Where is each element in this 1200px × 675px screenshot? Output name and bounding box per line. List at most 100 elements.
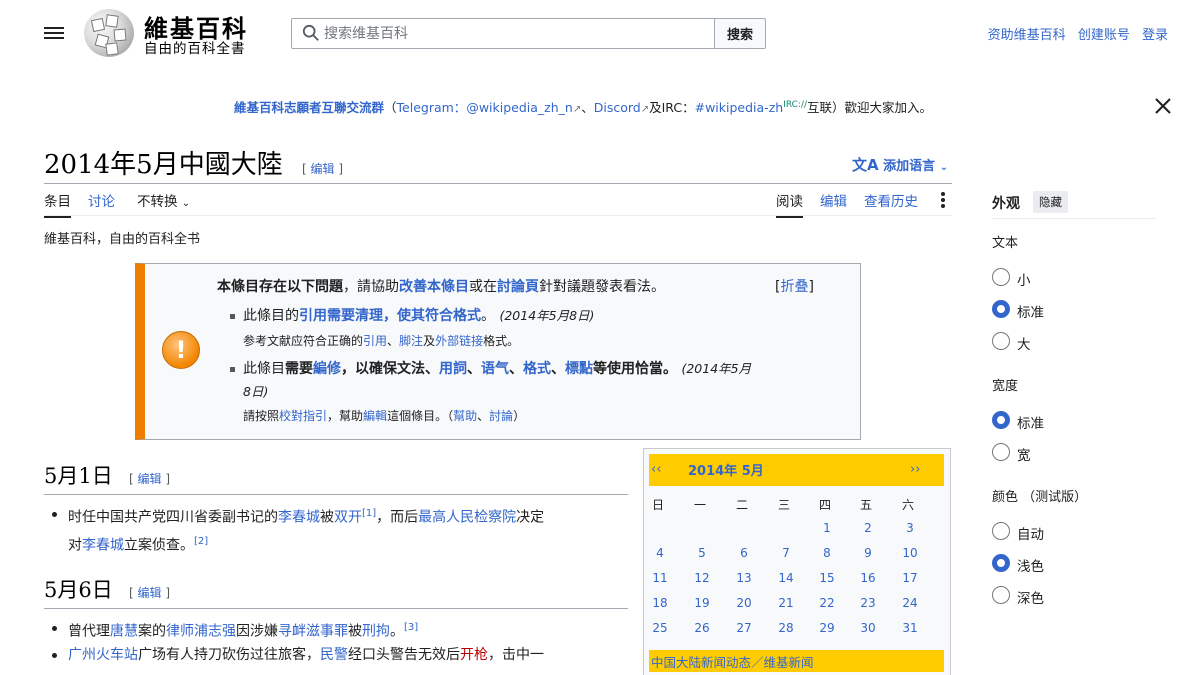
tab-history[interactable]: 查看历史: [864, 190, 918, 216]
irc-channel-link[interactable]: #wikipedia-zh: [695, 100, 784, 115]
search-input[interactable]: [324, 19, 704, 48]
talk-page-link[interactable]: 討論頁: [497, 279, 539, 295]
text-size-radio-label[interactable]: 小: [1017, 269, 1031, 289]
width-radio-0[interactable]: [992, 411, 1010, 429]
term-link[interactable]: 刑拘: [362, 624, 390, 640]
place-link[interactable]: 广州火车站: [68, 647, 138, 663]
term-link[interactable]: 民警: [320, 647, 348, 663]
wikipedia-globe-logo[interactable]: [84, 9, 134, 57]
improve-article-link[interactable]: 改善本條目: [399, 279, 469, 295]
person-link[interactable]: 李春城: [278, 510, 320, 526]
help-link[interactable]: 幫助: [453, 409, 477, 423]
main-menu-button[interactable]: [44, 24, 64, 42]
calendar-day[interactable]: 28: [774, 621, 798, 635]
calendar-footer-link[interactable]: 中国大陆新闻动态／维基新闻: [649, 650, 944, 672]
footnote-link[interactable]: 脚注: [399, 334, 423, 348]
proofreading-guide-link[interactable]: 校對指引: [279, 409, 327, 423]
search-button[interactable]: 搜索: [714, 18, 766, 49]
calendar-title[interactable]: 2014年 5月: [688, 460, 764, 479]
calendar-day[interactable]: 23: [856, 596, 880, 610]
calendar-day[interactable]: 1: [815, 521, 839, 535]
calendar-day[interactable]: 29: [815, 621, 839, 635]
create-account-link[interactable]: 创建账号: [1078, 28, 1130, 43]
hide-appearance-button[interactable]: 隐藏: [1033, 191, 1068, 213]
calendar-day[interactable]: 5: [690, 546, 714, 560]
calendar-day[interactable]: 6: [732, 546, 756, 560]
person-link[interactable]: 唐慧: [110, 624, 138, 640]
calendar-day[interactable]: 20: [732, 596, 756, 610]
calendar-day[interactable]: 8: [815, 546, 839, 560]
site-subtitle[interactable]: 自由的百科全書: [144, 37, 246, 57]
calendar-day[interactable]: 2: [856, 521, 880, 535]
tab-read[interactable]: 阅读: [776, 190, 803, 218]
login-link[interactable]: 登录: [1142, 28, 1168, 43]
telegram-handle-link[interactable]: @wikipedia_zh_n: [466, 100, 573, 115]
add-languages-button[interactable]: 文A 添加语言 ⌄: [852, 154, 948, 175]
person-link[interactable]: 李春城: [82, 537, 124, 553]
section-edit-link[interactable]: 编辑: [138, 472, 162, 486]
width-radio-label[interactable]: 宽: [1017, 444, 1031, 464]
reference-link[interactable]: [3]: [404, 622, 418, 633]
calendar-next-link[interactable]: ››: [910, 462, 920, 477]
person-link[interactable]: 律师浦志强: [166, 624, 236, 640]
citation-link[interactable]: 引用: [363, 334, 387, 348]
calendar-day[interactable]: 16: [856, 571, 880, 585]
calendar-prev-link[interactable]: ‹‹: [651, 462, 661, 477]
calendar-day[interactable]: 31: [898, 621, 922, 635]
variant-dropdown[interactable]: 不转换 ⌄: [137, 190, 190, 216]
collapse-link[interactable]: 折叠: [780, 279, 808, 295]
external-links-link[interactable]: 外部链接: [435, 334, 483, 348]
calendar-day[interactable]: 26: [690, 621, 714, 635]
org-link[interactable]: 最高人民检察院: [418, 510, 516, 526]
telegram-link[interactable]: Telegram：: [397, 100, 467, 115]
tab-talk[interactable]: 讨论: [88, 190, 115, 216]
text-size-radio-2[interactable]: [992, 332, 1010, 350]
color-radio-2[interactable]: [992, 586, 1010, 604]
volunteer-group-link[interactable]: 維基百科志願者互聯交流群: [234, 100, 384, 115]
discord-link[interactable]: Discord: [594, 100, 641, 115]
format-link[interactable]: 格式: [523, 361, 551, 377]
calendar-day[interactable]: 27: [732, 621, 756, 635]
color-radio-label[interactable]: 浅色: [1017, 555, 1044, 575]
color-radio-0[interactable]: [992, 522, 1010, 540]
width-radio-1[interactable]: [992, 443, 1010, 461]
term-link[interactable]: 双开: [334, 510, 362, 526]
section-edit-link[interactable]: 编辑: [138, 586, 162, 600]
calendar-day[interactable]: 15: [815, 571, 839, 585]
reference-link[interactable]: [2]: [194, 536, 208, 547]
discussion-link[interactable]: 討論: [489, 409, 513, 423]
copyedit-link[interactable]: 編修: [313, 361, 341, 377]
calendar-day[interactable]: 9: [856, 546, 880, 560]
calendar-day[interactable]: 11: [648, 571, 672, 585]
calendar-day[interactable]: 17: [898, 571, 922, 585]
calendar-day[interactable]: 14: [774, 571, 798, 585]
calendar-day[interactable]: 22: [815, 596, 839, 610]
calendar-day[interactable]: 19: [690, 596, 714, 610]
text-size-radio-0[interactable]: [992, 268, 1010, 286]
citation-cleanup-link[interactable]: 引用需要清理，使其符合格式: [299, 308, 481, 324]
color-radio-1[interactable]: [992, 554, 1010, 572]
calendar-day[interactable]: 25: [648, 621, 672, 635]
calendar-day[interactable]: 13: [732, 571, 756, 585]
more-actions-icon[interactable]: [938, 190, 948, 210]
color-radio-label[interactable]: 深色: [1017, 587, 1044, 607]
color-radio-label[interactable]: 自动: [1017, 523, 1044, 543]
text-size-radio-1[interactable]: [992, 300, 1010, 318]
calendar-day[interactable]: 30: [856, 621, 880, 635]
calendar-day[interactable]: 21: [774, 596, 798, 610]
term-link[interactable]: 寻衅滋事罪: [278, 624, 348, 640]
calendar-day[interactable]: 4: [648, 546, 672, 560]
calendar-day[interactable]: 24: [898, 596, 922, 610]
calendar-day[interactable]: 10: [898, 546, 922, 560]
donate-link[interactable]: 资助维基百科: [988, 28, 1066, 43]
text-size-radio-label[interactable]: 大: [1017, 333, 1031, 353]
text-size-radio-label[interactable]: 标准: [1017, 301, 1044, 321]
calendar-day[interactable]: 3: [898, 521, 922, 535]
redlink[interactable]: 开枪: [460, 647, 488, 663]
punctuation-link[interactable]: 標點: [565, 361, 593, 377]
tab-article[interactable]: 条目: [44, 190, 71, 218]
wording-link[interactable]: 用詞: [439, 361, 467, 377]
calendar-day[interactable]: 18: [648, 596, 672, 610]
calendar-day[interactable]: 7: [774, 546, 798, 560]
edit-article-link[interactable]: 編輯: [363, 409, 387, 423]
